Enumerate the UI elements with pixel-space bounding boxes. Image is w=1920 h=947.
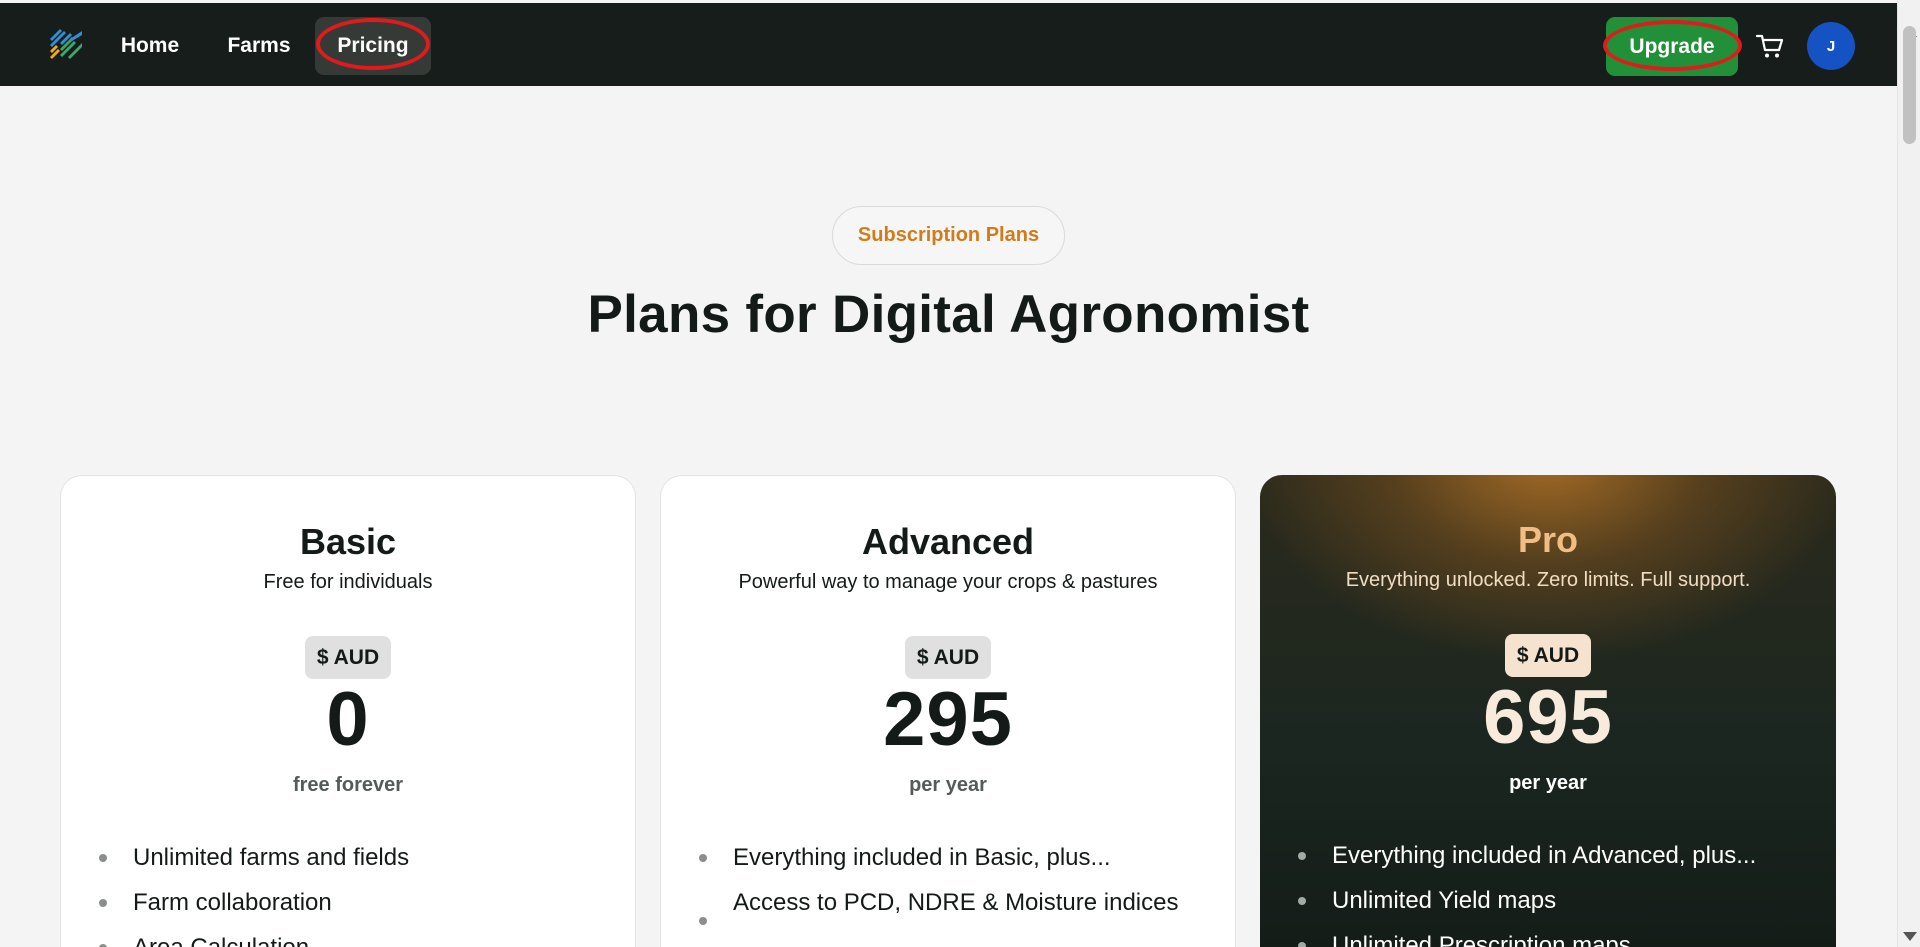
feature-list: Unlimited farms and fields Farm collabor…: [61, 839, 635, 947]
feature-list: Everything included in Advanced, plus...…: [1260, 837, 1836, 947]
feature-item: Everything included in Advanced, plus...: [1260, 837, 1836, 874]
feature-text: Unlimited Prescription maps: [1332, 932, 1631, 947]
bullet-icon: [699, 917, 707, 925]
bullet-icon: [1298, 942, 1306, 947]
feature-item: Unlimited farms and fields: [61, 839, 635, 876]
user-avatar[interactable]: J: [1807, 22, 1855, 70]
feature-text: Unlimited Yield maps: [1332, 887, 1557, 914]
plan-name: Advanced: [861, 521, 1035, 562]
plan-card-pro: Pro Everything unlocked. Zero limits. Fu…: [1260, 475, 1836, 947]
nav-pricing[interactable]: Pricing: [315, 17, 431, 75]
subscription-plans-badge: Subscription Plans: [832, 206, 1065, 265]
plan-name: Pro: [1517, 519, 1578, 560]
plan-card-basic: Basic Free for individuals $ AUD 0 free …: [60, 475, 636, 947]
feature-text: Everything included in Advanced, plus...: [1332, 842, 1757, 869]
plan-subtitle: Everything unlocked. Zero limits. Full s…: [1345, 569, 1751, 591]
plan-price: 0: [326, 677, 370, 762]
nav-home[interactable]: Home: [108, 17, 192, 75]
feature-item: Everything included in Basic, plus...: [661, 839, 1235, 876]
bullet-icon: [1298, 852, 1306, 860]
scroll-down-icon[interactable]: [1903, 932, 1917, 941]
bullet-icon: [99, 854, 107, 862]
plan-card-advanced: Advanced Powerful way to manage your cro…: [660, 475, 1236, 947]
plan-period: free forever: [292, 774, 404, 796]
bullet-icon: [1298, 897, 1306, 905]
bullet-icon: [99, 899, 107, 907]
feature-text: Area Calculation: [133, 934, 309, 947]
upgrade-button[interactable]: Upgrade: [1606, 17, 1738, 76]
feature-list: Everything included in Basic, plus... Ac…: [661, 839, 1235, 929]
plan-period: per year: [909, 774, 987, 796]
currency-badge: $ AUD: [1505, 634, 1591, 677]
feature-text: Farm collaboration: [133, 889, 332, 916]
plan-period: per year: [1509, 772, 1587, 794]
scrollbar-thumb[interactable]: [1903, 26, 1916, 144]
plan-subtitle: Powerful way to manage your crops & past…: [738, 571, 1158, 593]
feature-item: Access to PCD, NDRE & Moisture indices: [661, 884, 1235, 925]
feature-item: Area Calculation: [61, 929, 635, 947]
cart-icon[interactable]: [1755, 31, 1785, 61]
plan-price: 695: [1483, 675, 1613, 760]
stripes-logo-icon[interactable]: [46, 25, 86, 65]
bullet-icon: [699, 854, 707, 862]
top-navbar: Home Farms Pricing Upgrade J: [0, 3, 1897, 86]
plan-subtitle: Free for individuals: [263, 571, 433, 593]
plan-name: Basic: [299, 521, 397, 562]
feature-item: Unlimited Yield maps: [1260, 882, 1836, 919]
page: Home Farms Pricing Upgrade J Subscriptio…: [0, 0, 1920, 947]
feature-text: Everything included in Basic, plus...: [733, 844, 1111, 871]
feature-item: Unlimited Prescription maps: [1260, 927, 1836, 947]
page-scrollbar[interactable]: [1897, 0, 1920, 947]
feature-text: Access to PCD, NDRE & Moisture indices: [733, 889, 1179, 916]
nav-farms[interactable]: Farms: [218, 17, 300, 75]
feature-item: Farm collaboration: [61, 884, 635, 921]
page-title: Plans for Digital Agronomist: [587, 285, 1310, 344]
plan-price: 295: [883, 677, 1013, 762]
currency-badge: $ AUD: [305, 636, 391, 679]
feature-text: Unlimited farms and fields: [133, 844, 410, 871]
currency-badge: $ AUD: [905, 636, 991, 679]
